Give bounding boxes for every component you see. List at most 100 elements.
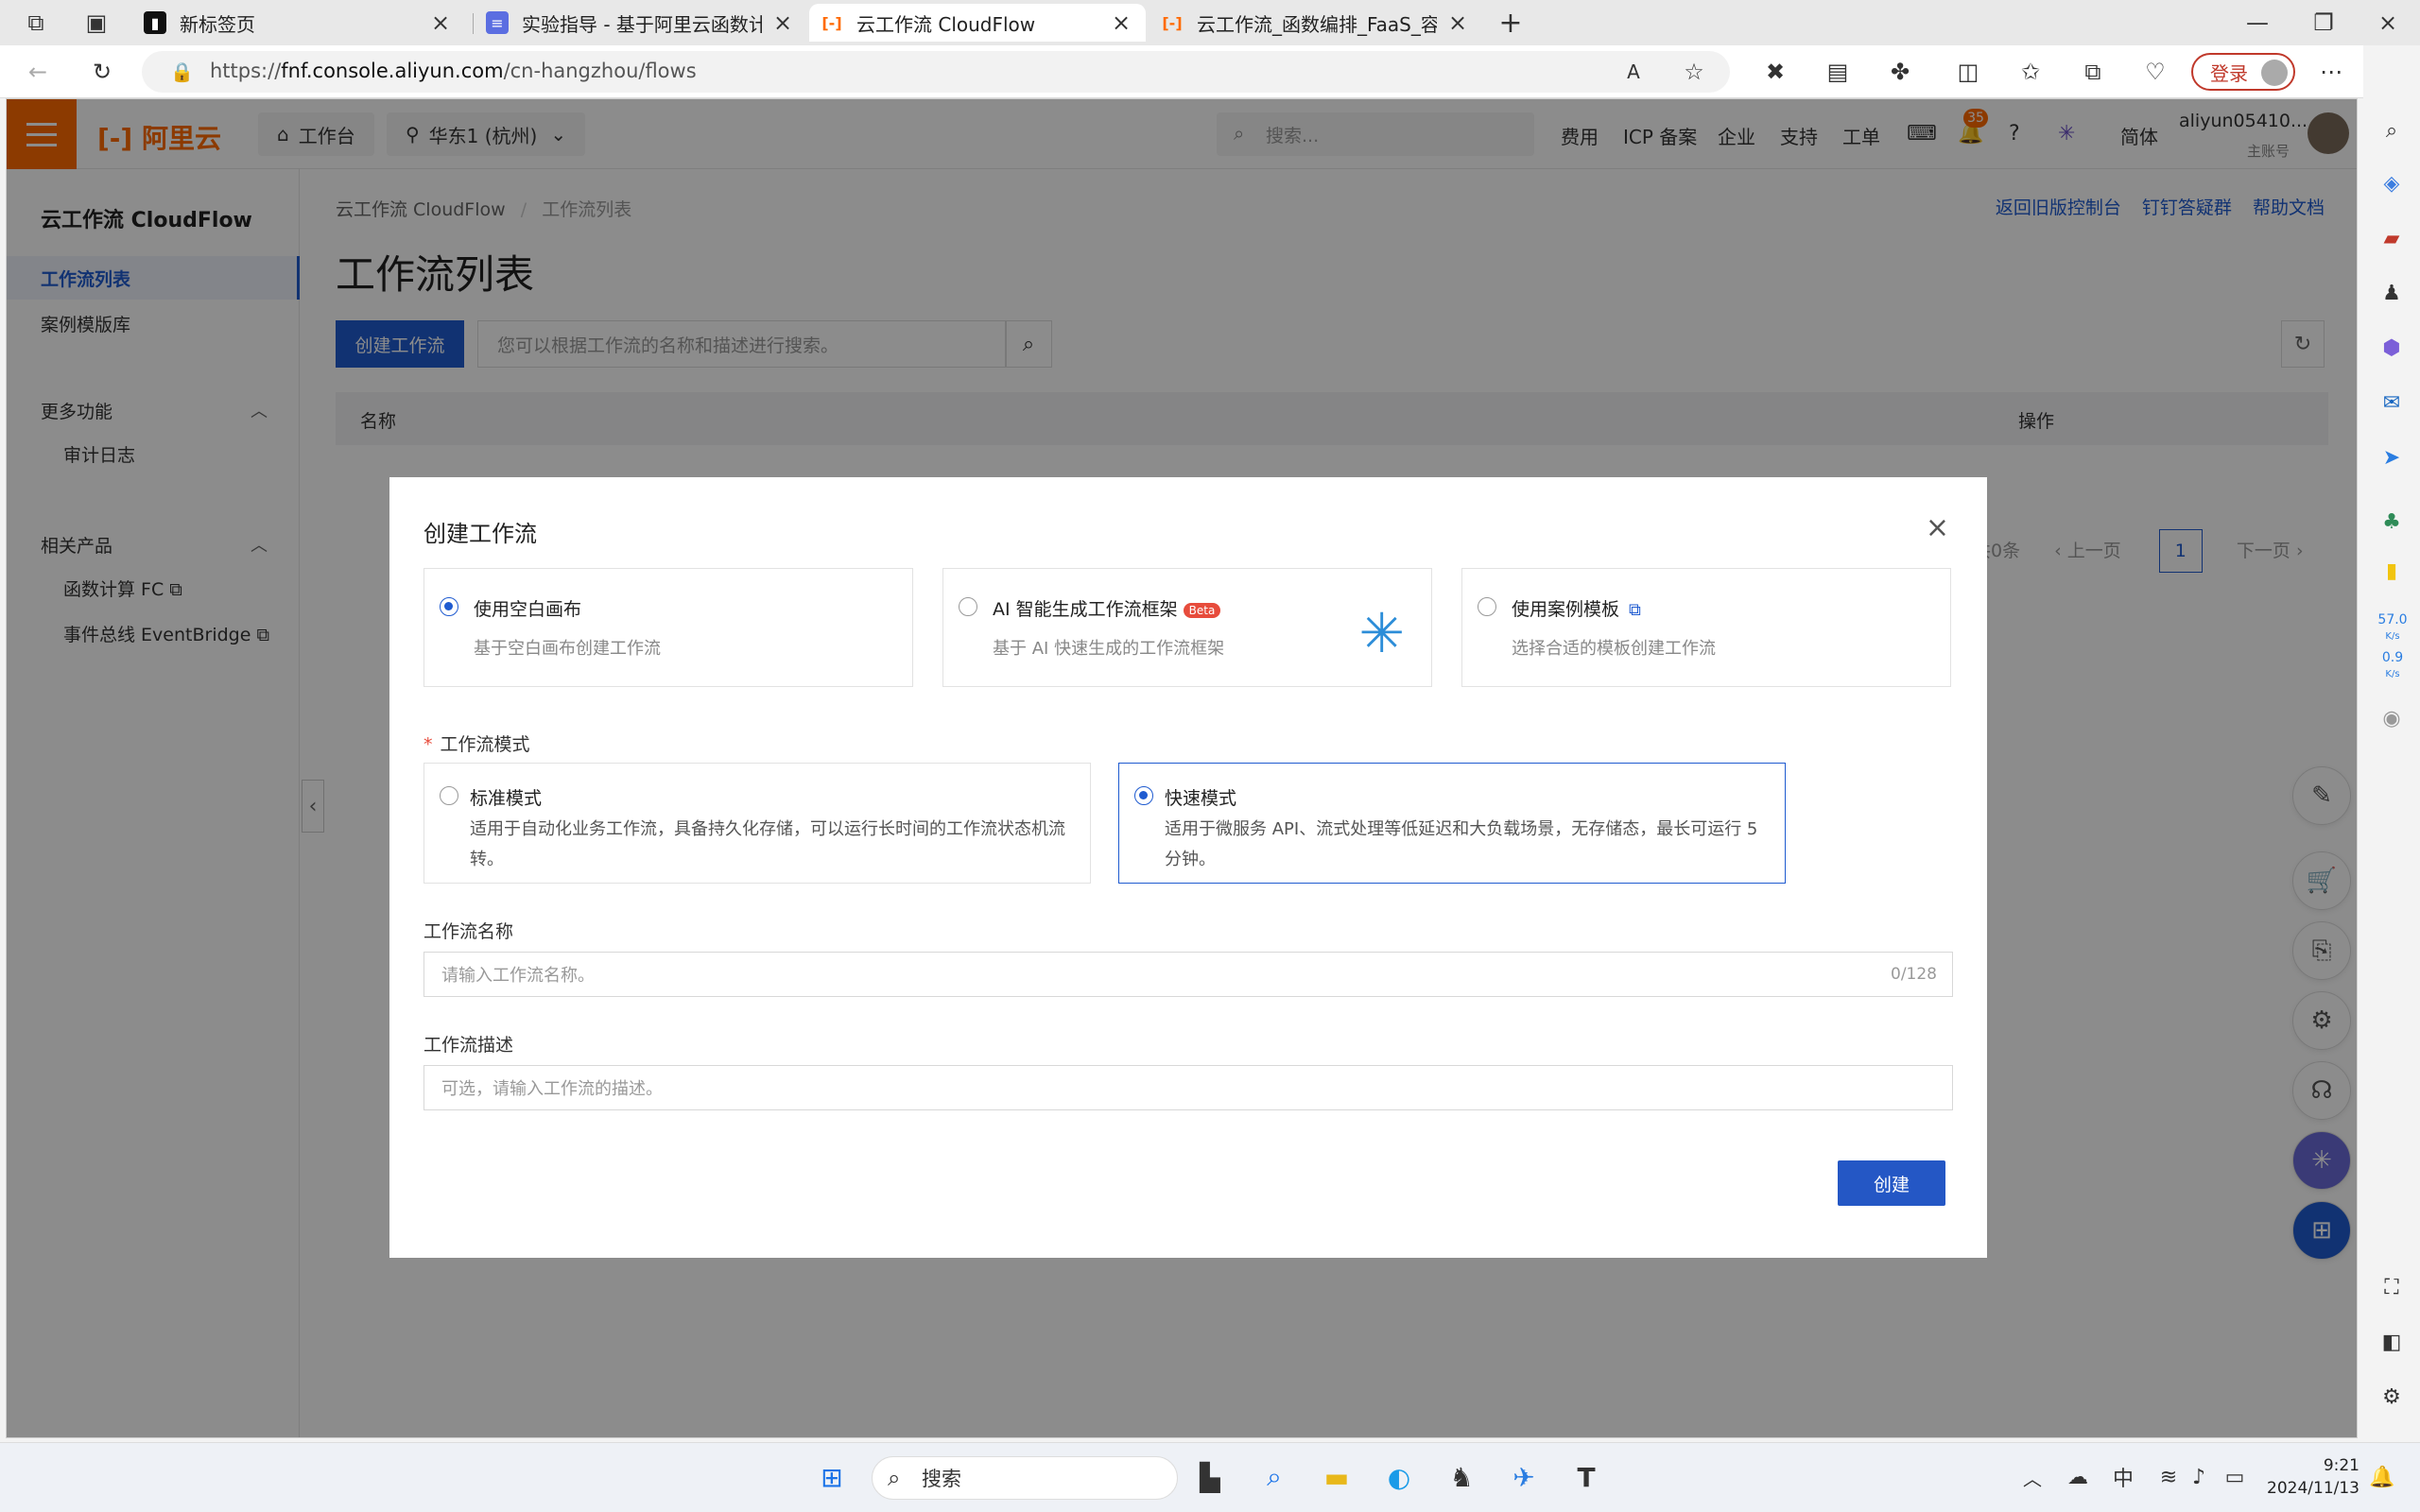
send-icon[interactable]: ➤ (2377, 442, 2407, 472)
window-close-icon[interactable]: × (2371, 6, 2405, 40)
external-link-icon[interactable]: ⧉ (1629, 600, 1641, 620)
more-menu-icon[interactable]: ⋯ (2314, 55, 2348, 89)
camera-icon[interactable]: ◉ (2377, 703, 2407, 733)
extensions-icon[interactable]: ✤ (1883, 55, 1917, 89)
radio-ai-generate[interactable] (959, 597, 977, 616)
mode-title: 快速模式 (1165, 788, 1237, 809)
tab-title: 新标签页 (180, 12, 255, 36)
profile-avatar (2261, 60, 2288, 86)
close-icon[interactable]: × (769, 9, 796, 36)
edge-browser-icon[interactable]: ◐ (1380, 1458, 1418, 1496)
chevron-up-icon[interactable]: ︿ (2014, 1458, 2051, 1496)
option-desc: 基于 AI 快速生成的工作流框架 (993, 639, 1225, 659)
favorites-icon[interactable]: ✩ (2014, 55, 2048, 89)
battery-icon[interactable]: ▭ (2216, 1458, 2254, 1496)
aliyun-favicon-icon: [-] (821, 13, 842, 32)
address-bar-row: ← ↻ 🔒 https://fnf.console.aliyun.com/cn-… (0, 45, 2420, 98)
windows-taskbar: ⊞ ⌕ 搜索 ▙ ⌕ ▬ ◐ ♞ ✈ T ︿ ☁ 中 ≋ ♪ ▭ 9:21 20… (0, 1442, 2420, 1512)
profile-login-button[interactable]: 登录 (2191, 53, 2295, 91)
typora-icon[interactable]: T (1567, 1458, 1605, 1496)
aliyun-console: [-] 阿里云 ⌂ 工作台 ⚲ 华东1 (杭州) ⌄ ⌕ 搜索... 费用 ICP 备案… (6, 98, 2358, 1438)
browser-tab-bar: ⧉ ▣ ▮ 新标签页 × ≡ 实验指导 - 基于阿里云函数计算的 × [-] 云… (0, 0, 2420, 45)
char-counter: 0/128 (1891, 965, 1937, 984)
option-template[interactable]: 使用案例模板 ⧉ 选择合适的模板创建工作流 (1461, 568, 1951, 687)
ime-indicator[interactable]: 中 (2104, 1458, 2142, 1496)
shopping-tag-icon[interactable]: ◈ (2377, 168, 2407, 198)
mode-title: 标准模式 (470, 788, 543, 809)
tab-actions-icon[interactable]: ▣ (79, 6, 113, 40)
office-icon[interactable]: ⬢ (2377, 333, 2407, 363)
description-label: 工作流描述 (424, 1035, 514, 1056)
cloud-icon[interactable]: ☁ (2059, 1458, 2097, 1496)
outlook-icon[interactable]: ✉ (2377, 387, 2407, 418)
close-icon[interactable]: × (427, 9, 454, 36)
ai-star-icon: ✳ (1358, 601, 1405, 665)
back-icon[interactable]: ← (21, 55, 55, 89)
minimize-icon[interactable]: — (2240, 6, 2274, 40)
tree-icon[interactable]: ♣ (2377, 507, 2407, 537)
tab-new-tab[interactable]: ▮ 新标签页 × (132, 4, 465, 42)
tab-title: 云工作流_函数编排_FaaS_容器与 (1197, 12, 1437, 36)
upload-speed: 57.0 K/s (2377, 612, 2408, 642)
settings-gear-icon[interactable]: ⚙ (2377, 1382, 2407, 1412)
tab-lab-guide[interactable]: ≡ 实验指导 - 基于阿里云函数计算的 × (475, 4, 807, 42)
search-icon[interactable]: ⌕ (2377, 115, 2407, 146)
mode-standard[interactable]: 标准模式 适用于自动化业务工作流，具备持久化存储，可以运行长时间的工作流状态机流… (424, 763, 1091, 884)
reload-icon[interactable]: ↻ (85, 55, 119, 89)
collections-icon[interactable]: ▤ (1821, 55, 1855, 89)
edge-sidebar: ⌕ ◈ ▰ ♟ ⬢ ✉ ➤ ♣ ▮ 57.0 K/s 0.9 K/s ◉ ⛶ ◧ ⚙ (2363, 45, 2420, 1442)
close-icon[interactable]: × (1108, 9, 1134, 36)
workflow-name-input[interactable]: 请输入工作流名称。 0/128 (424, 952, 1953, 997)
sidebar-toggle-icon[interactable]: ◧ (2377, 1327, 2407, 1357)
maximize-icon[interactable]: ❐ (2307, 6, 2341, 40)
workflow-description-input[interactable]: 可选，请输入工作流的描述。 (424, 1065, 1953, 1110)
radio-standard[interactable] (440, 786, 458, 805)
meter-icon[interactable]: ▮ (2377, 556, 2407, 586)
tab-favicon-icon: ≡ (486, 11, 509, 34)
beta-badge: Beta (1183, 602, 1221, 618)
lock-icon: 🔒 (170, 60, 194, 83)
login-label: 登录 (2210, 61, 2248, 85)
create-button[interactable]: 创建 (1838, 1160, 1945, 1206)
mode-desc: 适用于微服务 API、流式处理等低延迟和大负载场景，无存储态，最长可运行 5 分… (1165, 819, 1758, 869)
read-aloud-icon[interactable]: A (1616, 55, 1651, 89)
tab-title: 云工作流 CloudFlow (856, 12, 1036, 36)
extension-x-icon[interactable]: ✖ (1758, 55, 1792, 89)
file-explorer-icon[interactable]: ▬ (1318, 1458, 1356, 1496)
modal-overlay[interactable]: 创建工作流 × 使用空白画布 基于空白画布创建工作流 AI 智能生成工作流框架 B… (7, 99, 2357, 1437)
system-clock[interactable]: 9:21 2024/11/13 (2267, 1454, 2360, 1500)
favorite-star-icon[interactable]: ☆ (1677, 55, 1711, 89)
option-blank-canvas[interactable]: 使用空白画布 基于空白画布创建工作流 (424, 568, 913, 687)
mode-express[interactable]: 快速模式 适用于微服务 API、流式处理等低延迟和大负载场景，无存储态，最长可运… (1118, 763, 1786, 884)
workspaces-icon[interactable]: ⧉ (19, 6, 53, 40)
tab-cloudflow-product[interactable]: [-] 云工作流_函数编排_FaaS_容器与 × (1150, 4, 1482, 42)
radio-template[interactable] (1478, 597, 1496, 616)
option-desc: 基于空白画布创建工作流 (474, 639, 661, 659)
windows-start-icon[interactable]: ⊞ (813, 1458, 851, 1496)
url-field[interactable]: 🔒 https://fnf.console.aliyun.com/cn-hang… (142, 51, 1730, 93)
tab-cloudflow[interactable]: [-] 云工作流 CloudFlow × (809, 4, 1146, 42)
download-speed: 0.9 K/s (2381, 650, 2404, 679)
games-icon[interactable]: ♟ (2377, 278, 2407, 308)
close-icon[interactable]: × (1444, 9, 1471, 36)
tools-icon[interactable]: ▰ (2377, 223, 2407, 253)
taskbar-search[interactable]: ⌕ 搜索 (872, 1456, 1178, 1500)
cat-app-icon[interactable]: ♞ (1443, 1458, 1480, 1496)
screenshot-icon[interactable]: ⛶ (2377, 1272, 2407, 1302)
mode-desc: 适用于自动化业务工作流，具备持久化存储，可以运行长时间的工作流状态机流转。 (470, 819, 1065, 869)
volume-icon[interactable]: ♪ (2180, 1458, 2218, 1496)
split-screen-icon[interactable]: ◫ (1951, 55, 1985, 89)
radio-blank-canvas[interactable] (440, 597, 458, 616)
search-icon: ⌕ (888, 1465, 901, 1491)
feishu-icon[interactable]: ✈ (1505, 1458, 1543, 1496)
health-icon[interactable]: ♡ (2138, 55, 2172, 89)
notification-bell-icon[interactable]: 🔔 (2363, 1458, 2401, 1496)
radio-express[interactable] (1134, 786, 1153, 805)
option-ai-generate[interactable]: AI 智能生成工作流框架 Beta 基于 AI 快速生成的工作流框架 ✳ (942, 568, 1432, 687)
close-icon[interactable]: × (1926, 511, 1949, 544)
magnifier-app-icon[interactable]: ⌕ (1255, 1458, 1293, 1496)
task-view-icon[interactable]: ▙ (1191, 1458, 1229, 1496)
tab-collections-icon[interactable]: ⧉ (2076, 55, 2110, 89)
new-tab-icon[interactable]: + (1494, 6, 1528, 40)
tab-title: 实验指导 - 基于阿里云函数计算的 (522, 12, 762, 36)
